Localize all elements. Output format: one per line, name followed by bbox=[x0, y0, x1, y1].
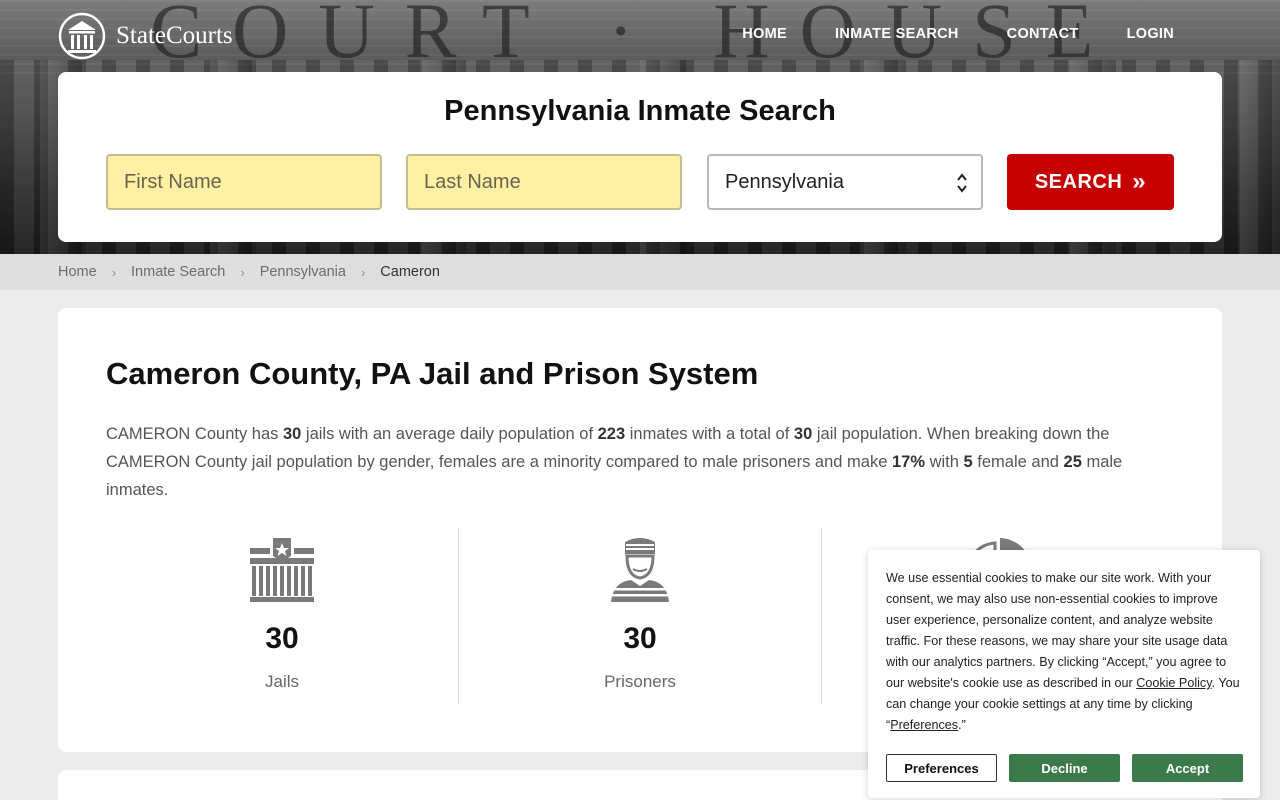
search-card: Pennsylvania Inmate Search Pennsylvania … bbox=[58, 72, 1222, 242]
main-nav: HOME INMATE SEARCH CONTACT LOGIN bbox=[742, 26, 1174, 42]
jail-icon bbox=[250, 538, 314, 602]
search-title: Pennsylvania Inmate Search bbox=[444, 95, 836, 127]
stat-jails: 30 Jails bbox=[106, 528, 458, 704]
breadcrumb-current: Cameron bbox=[380, 264, 440, 280]
chevron-right-icon: › bbox=[111, 264, 117, 280]
search-button[interactable]: SEARCH » bbox=[1007, 154, 1174, 210]
decline-button[interactable]: Decline bbox=[1009, 754, 1120, 782]
stat-prisoners: 30 Prisoners bbox=[458, 528, 821, 704]
cookie-policy-link[interactable]: Cookie Policy bbox=[1136, 676, 1211, 690]
accept-button[interactable]: Accept bbox=[1132, 754, 1243, 782]
state-select-value: Pennsylvania bbox=[725, 170, 844, 193]
cookie-text: We use essential cookies to make our sit… bbox=[886, 571, 1240, 732]
nav-home[interactable]: HOME bbox=[742, 26, 787, 42]
courthouse-logo-icon bbox=[58, 12, 106, 60]
state-select[interactable]: Pennsylvania bbox=[707, 154, 983, 210]
preferences-link[interactable]: Preferences bbox=[890, 718, 958, 732]
stat-jails-label: Jails bbox=[264, 672, 299, 691]
cookie-consent-banner: We use essential cookies to make our sit… bbox=[868, 550, 1260, 798]
stat-jails-value: 30 bbox=[265, 622, 299, 655]
breadcrumb: Home › Inmate Search › Pennsylvania › Ca… bbox=[58, 254, 440, 290]
search-button-label: SEARCH bbox=[1034, 170, 1123, 193]
last-name-input[interactable] bbox=[406, 154, 682, 210]
site-logo[interactable]: StateCourts bbox=[58, 12, 233, 60]
county-description: CAMERON County has 30 jails with an aver… bbox=[106, 425, 1123, 499]
nav-login[interactable]: LOGIN bbox=[1127, 26, 1174, 42]
select-arrows-icon bbox=[957, 173, 967, 193]
page-title: Cameron County, PA Jail and Prison Syste… bbox=[106, 356, 759, 391]
brand-name: StateCourts bbox=[116, 22, 233, 49]
nav-inmate-search[interactable]: INMATE SEARCH bbox=[835, 26, 959, 42]
breadcrumb-inmate-search[interactable]: Inmate Search bbox=[131, 264, 225, 280]
nav-contact[interactable]: CONTACT bbox=[1007, 26, 1079, 42]
chevron-right-icon: › bbox=[240, 264, 245, 280]
first-name-input[interactable] bbox=[106, 154, 382, 210]
breadcrumb-bar: Home › Inmate Search › Pennsylvania › Ca… bbox=[0, 254, 1280, 290]
stat-prisoners-value: 30 bbox=[623, 622, 657, 655]
breadcrumb-pennsylvania[interactable]: Pennsylvania bbox=[260, 264, 346, 280]
stat-prisoners-label: Prisoners bbox=[604, 672, 676, 691]
chevron-right-icon: › bbox=[360, 264, 366, 280]
double-chevron-right-icon: » bbox=[1132, 168, 1147, 195]
breadcrumb-home[interactable]: Home bbox=[58, 264, 97, 280]
preferences-button[interactable]: Preferences bbox=[886, 754, 997, 782]
prisoner-icon bbox=[611, 538, 669, 602]
cookie-buttons: Preferences Decline Accept bbox=[886, 754, 1243, 782]
